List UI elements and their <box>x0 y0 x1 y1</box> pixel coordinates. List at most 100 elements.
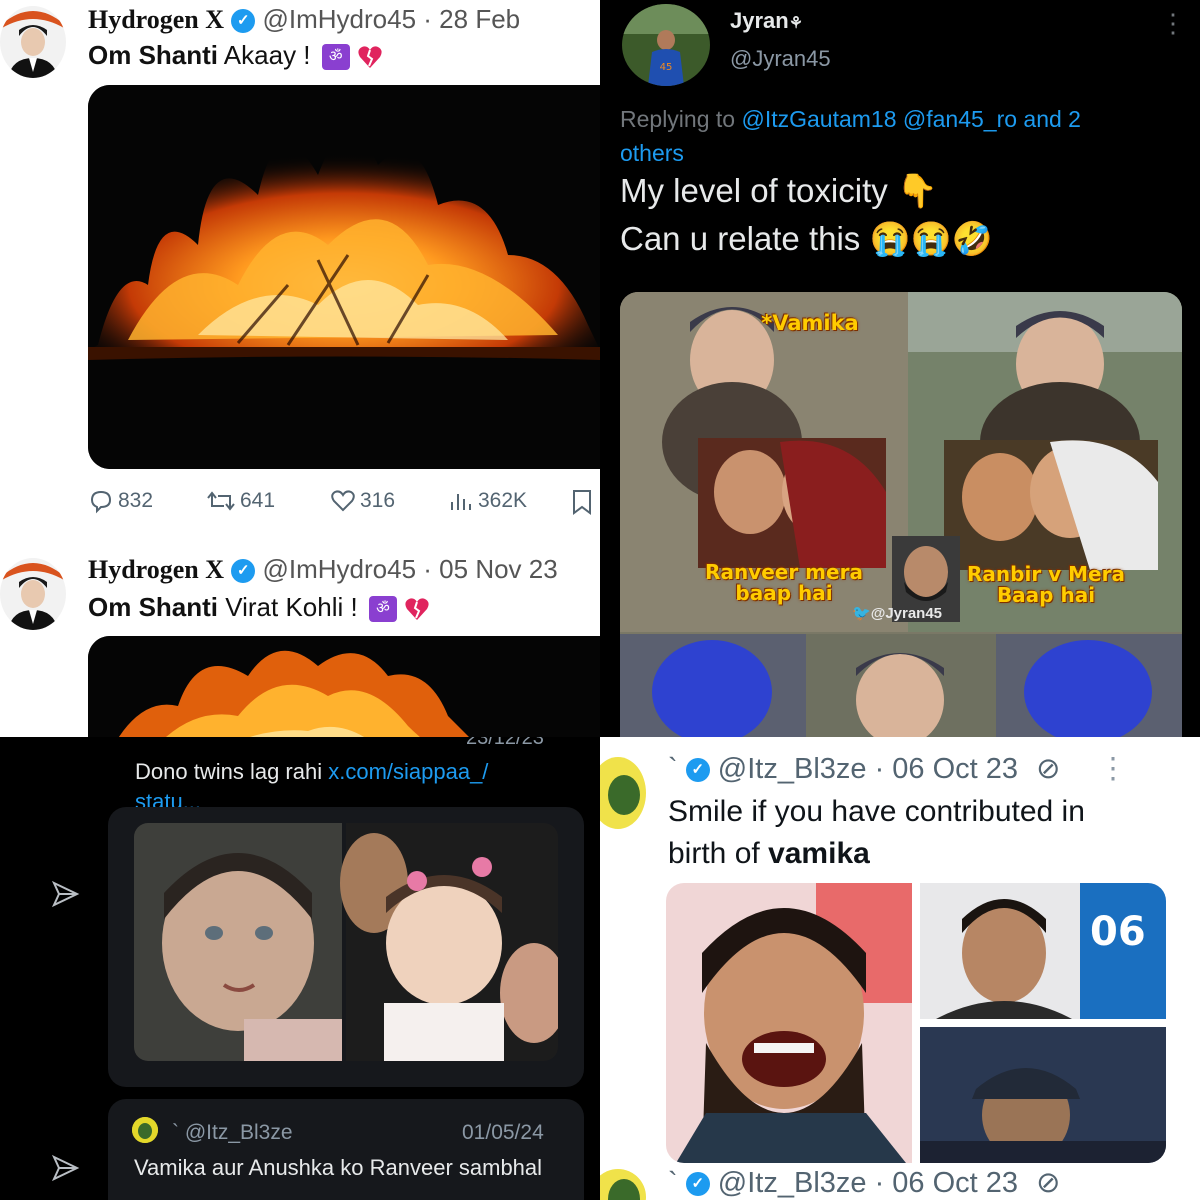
bookmark-button[interactable] <box>570 488 594 522</box>
image-grid[interactable] <box>134 823 558 1061</box>
share-icon[interactable] <box>50 879 80 914</box>
user-handle[interactable]: @Jyran45 <box>730 46 831 72</box>
tweet-text: Om Shanti Akaay ! ॐ <box>88 40 383 71</box>
replying-prefix: Replying to <box>620 106 742 132</box>
image-grid[interactable]: 06 <box>666 883 1166 1163</box>
share-icon[interactable] <box>50 1153 80 1188</box>
tweet-date: · 06 Oct 23 <box>874 753 1019 785</box>
meme-watermark-text: @Jyran45 <box>870 605 943 622</box>
twitter-bird-icon: 🐦 <box>852 605 871 622</box>
tweet-header: Hydrogen X ✓ @ImHydro45 · 28 Feb <box>88 4 520 35</box>
panel-bottom-right: ` ✓ @Itz_Bl3ze · 06 Oct 23 ⊘ ⋮ Smile if … <box>600 737 1200 1200</box>
view-count: 362K <box>478 489 528 512</box>
panel-bottom-left: 23/12/23 Dono twins lag rahi x.com/siapp… <box>0 737 600 1200</box>
cut-header-date: 23/12/23 <box>466 737 544 749</box>
panel-top-left: Hydrogen X ✓ @ImHydro45 · 28 Feb Om Shan… <box>0 0 600 737</box>
send-icon <box>51 1154 80 1182</box>
like-button[interactable]: 316 <box>330 488 395 514</box>
tweet-actions: 832 641 316 362K <box>88 488 600 520</box>
avatar-image: 45 <box>622 4 710 86</box>
svg-text:45: 45 <box>660 62 673 73</box>
tweet-text: Om Shanti Virat Kohli ! ॐ <box>88 592 430 623</box>
display-name[interactable]: Jyran <box>730 8 789 33</box>
meme-caption-left: Ranveer mera baap hai <box>705 560 863 605</box>
heart-icon <box>331 490 355 512</box>
tweet-text-bold: vamika <box>768 837 870 870</box>
meme-caption-top: *Vamika <box>761 311 859 335</box>
tweet-image-fire[interactable] <box>88 636 600 737</box>
like-count: 316 <box>360 489 396 512</box>
tweet-date: · 05 Nov 23 <box>423 554 558 584</box>
avatar-image <box>0 558 66 630</box>
avatar[interactable] <box>0 558 66 630</box>
post-link[interactable]: x.com/siappaa_/ <box>328 759 488 784</box>
avatar[interactable] <box>132 1117 158 1143</box>
tweet-text: Smile if you have contributed in birth o… <box>668 791 1188 875</box>
avatar[interactable] <box>0 6 66 78</box>
tweet-text-line2: Can u relate this 😭😭🤣 <box>620 220 993 257</box>
replying-to-link-others[interactable]: others <box>620 140 684 166</box>
post-card: ` @Itz_Bl3ze 01/05/24 Vamika aur Anushka… <box>108 1099 584 1200</box>
bookmark-icon <box>573 490 591 515</box>
verified-badge-icon: ✓ <box>231 559 256 584</box>
twins-photo <box>134 823 558 1061</box>
verified-badge-icon: ✓ <box>231 9 256 34</box>
meme-watermark: 🐦@Jyran45 <box>852 604 942 622</box>
replying-to: Replying to @ItzGautam18 @fan45_ro and 2… <box>620 102 1180 170</box>
tweet-text-rest: Virat Kohli ! <box>218 592 358 622</box>
tweet-text-line1: Smile if you have contributed in <box>668 795 1085 828</box>
user-handle[interactable]: @Itz_Bl3ze <box>718 753 867 785</box>
post-date: 01/05/24 <box>462 1121 544 1144</box>
next-tweet-header: ` ✓ @Itz_Bl3ze · 06 Oct 23 ⊘ <box>668 1165 1060 1200</box>
meme-image <box>620 292 1182 737</box>
edited-icon: ⊘ <box>1036 753 1061 785</box>
meme-caption-right: Ranbir v Mera Baap hai <box>967 562 1125 607</box>
avatar-image <box>132 1117 158 1143</box>
display-name[interactable]: Hydrogen X <box>88 555 224 584</box>
tweet-date: · 06 Oct 23 <box>874 1167 1019 1199</box>
display-name-row: Jyran⚘ <box>730 8 803 34</box>
om-icon: ॐ <box>321 44 350 71</box>
user-handle[interactable]: @Itz_Bl3ze <box>718 1167 867 1199</box>
avatar-image <box>600 1169 646 1200</box>
handle-prefix: ` <box>668 753 678 785</box>
tweet-image-fire[interactable] <box>88 85 600 469</box>
tweet-text-line2: birth of <box>668 837 769 870</box>
tweet-header: ` ✓ @Itz_Bl3ze · 06 Oct 23 ⊘ ⋮ <box>668 751 1128 786</box>
reply-icon <box>90 490 112 514</box>
fire-image <box>88 85 600 469</box>
more-options-icon[interactable]: ⋮ <box>1160 8 1186 39</box>
tweet-text-rest: Akaay ! <box>218 40 311 70</box>
avatar[interactable] <box>600 1169 646 1200</box>
handle-prefix: ` <box>668 1167 678 1199</box>
views-button[interactable]: 362K <box>448 488 527 514</box>
sign-text: 06 <box>1090 909 1146 955</box>
avatar[interactable]: 45 <box>622 4 710 86</box>
tweet-header: Hydrogen X ✓ @ImHydro45 · 05 Nov 23 <box>88 554 558 585</box>
broken-heart-icon <box>405 598 429 621</box>
display-name[interactable]: Hydrogen X <box>88 5 224 34</box>
replying-to-link[interactable]: @ItzGautam18 @fan45_ro and 2 <box>741 106 1081 132</box>
tweet-text-line1: My level of toxicity 👇 <box>620 172 938 209</box>
verified-badge-icon: ✓ <box>685 1172 710 1197</box>
user-handle[interactable]: ` @Itz_Bl3ze <box>172 1121 293 1145</box>
reply-button[interactable]: 832 <box>88 488 153 514</box>
name-emoji-icon: ⚘ <box>788 15 804 32</box>
send-icon <box>51 880 80 908</box>
views-chart-icon <box>451 494 471 510</box>
fire-image <box>88 636 600 737</box>
retweet-count: 641 <box>240 489 276 512</box>
om-icon: ॐ <box>368 596 397 623</box>
verified-badge-icon: ✓ <box>685 758 710 783</box>
retweet-button[interactable]: 641 <box>206 488 275 514</box>
post-text: Vamika aur Anushka ko Ranveer sambhal <box>134 1155 543 1180</box>
more-options-icon[interactable]: ⋮ <box>1099 753 1128 785</box>
avatar-image <box>600 757 646 829</box>
post-card <box>108 807 584 1087</box>
tweet-text-bold: Om Shanti <box>88 592 219 622</box>
user-handle[interactable]: @ImHydro45 <box>263 4 417 34</box>
user-handle[interactable]: @ImHydro45 <box>263 554 417 584</box>
avatar[interactable] <box>600 757 646 829</box>
tweet-image-meme[interactable]: *Vamika Ranveer mera baap hai Ranbir v M… <box>620 292 1182 737</box>
avatar-image <box>0 6 66 78</box>
